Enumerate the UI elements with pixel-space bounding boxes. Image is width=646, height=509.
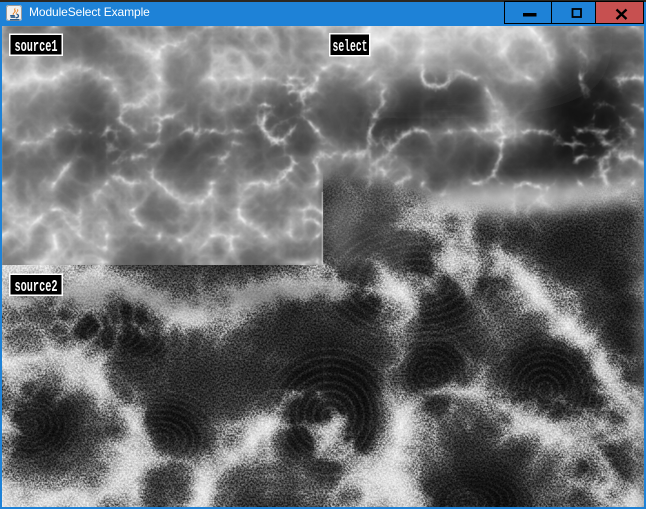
svg-text:source2: source2	[15, 278, 58, 297]
svg-text:source1: source1	[15, 38, 58, 57]
svg-text:select: select	[333, 38, 368, 57]
